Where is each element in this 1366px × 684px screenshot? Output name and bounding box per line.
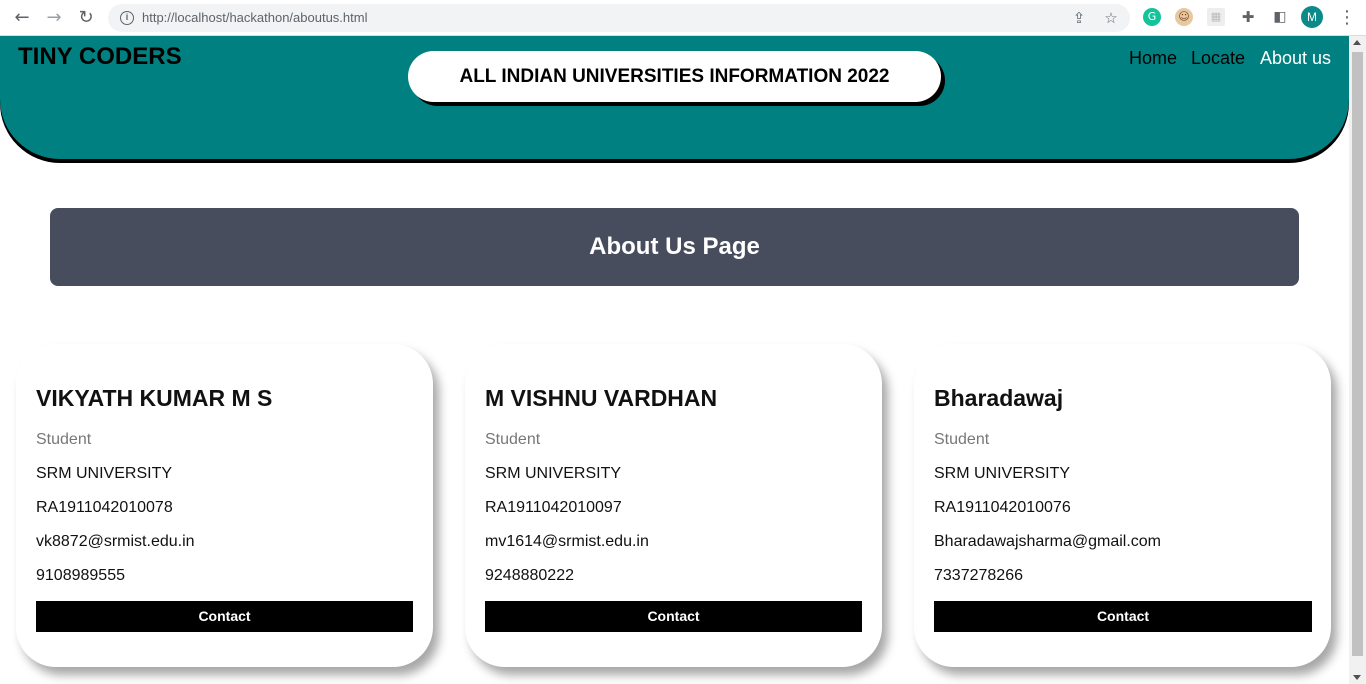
- side-panel-icon[interactable]: ◧: [1271, 8, 1289, 26]
- address-url[interactable]: http://localhost/hackathon/aboutus.html: [142, 10, 367, 25]
- forward-arrow-icon[interactable]: →: [42, 6, 66, 30]
- member-university: SRM UNIVERSITY: [934, 465, 1071, 482]
- contact-button[interactable]: Contact: [934, 601, 1312, 632]
- member-reg-no: RA1911042010078: [36, 499, 173, 516]
- member-role: Student: [485, 431, 541, 448]
- nav-home-link[interactable]: Home: [1129, 48, 1177, 69]
- browser-toolbar: ← → ↻ i http://localhost/hackathon/about…: [0, 0, 1366, 36]
- menu-kebab-icon[interactable]: ⋮: [1338, 6, 1356, 30]
- member-name: M VISHNU VARDHAN: [485, 385, 718, 411]
- grid-extension-icon[interactable]: ▦: [1207, 8, 1225, 26]
- profile-avatar[interactable]: M: [1301, 6, 1323, 28]
- grammarly-extension-icon[interactable]: G: [1143, 8, 1161, 26]
- member-phone: 9108989555: [36, 567, 125, 584]
- member-phone: 9248880222: [485, 567, 574, 584]
- member-email: vk8872@srmist.edu.in: [36, 533, 195, 550]
- page-scrollbar[interactable]: [1349, 36, 1366, 684]
- member-university: SRM UNIVERSITY: [36, 465, 173, 482]
- site-info-icon[interactable]: i: [120, 11, 134, 25]
- member-role: Student: [934, 431, 990, 448]
- page-viewport: TINY CODERS ALL INDIAN UNIVERSITIES INFO…: [0, 36, 1349, 684]
- member-role: Student: [36, 431, 92, 448]
- member-name: Bharadawaj: [934, 385, 1064, 411]
- member-university: SRM UNIVERSITY: [485, 465, 622, 482]
- member-phone: 7337278266: [934, 567, 1023, 584]
- brand-title: TINY CODERS: [18, 43, 182, 70]
- about-title: About Us Page: [589, 233, 760, 260]
- face-extension-icon[interactable]: ☺: [1175, 8, 1193, 26]
- member-name: VIKYATH KUMAR M S: [36, 385, 273, 411]
- contact-button[interactable]: Contact: [485, 601, 862, 632]
- member-reg-no: RA1911042010076: [934, 499, 1071, 516]
- back-arrow-icon[interactable]: ←: [10, 6, 34, 30]
- scroll-down-arrow-icon[interactable]: [1353, 675, 1361, 680]
- share-icon[interactable]: ⇪: [1070, 9, 1088, 27]
- member-card: Bharadawaj Student SRM UNIVERSITY RA1911…: [914, 344, 1331, 667]
- bookmark-star-icon[interactable]: ☆: [1102, 9, 1120, 27]
- member-card: M VISHNU VARDHAN Student SRM UNIVERSITY …: [465, 344, 882, 667]
- member-email: mv1614@srmist.edu.in: [485, 533, 649, 550]
- member-card: VIKYATH KUMAR M S Student SRM UNIVERSITY…: [16, 344, 433, 667]
- banner-title: ALL INDIAN UNIVERSITIES INFORMATION 2022: [408, 51, 941, 102]
- contact-button[interactable]: Contact: [36, 601, 413, 632]
- about-title-box: About Us Page: [50, 208, 1299, 286]
- member-reg-no: RA1911042010097: [485, 499, 622, 516]
- scrollbar-thumb[interactable]: [1352, 52, 1363, 656]
- scroll-up-arrow-icon[interactable]: [1353, 40, 1361, 45]
- nav-about-link[interactable]: About us: [1260, 48, 1331, 69]
- address-bar[interactable]: i http://localhost/hackathon/aboutus.htm…: [108, 4, 1130, 32]
- member-email: Bharadawajsharma@gmail.com: [934, 533, 1161, 550]
- nav-locate-link[interactable]: Locate: [1191, 48, 1245, 69]
- reload-icon[interactable]: ↻: [74, 6, 98, 30]
- site-header: TINY CODERS ALL INDIAN UNIVERSITIES INFO…: [0, 36, 1349, 159]
- extensions-puzzle-icon[interactable]: ✚: [1239, 8, 1257, 26]
